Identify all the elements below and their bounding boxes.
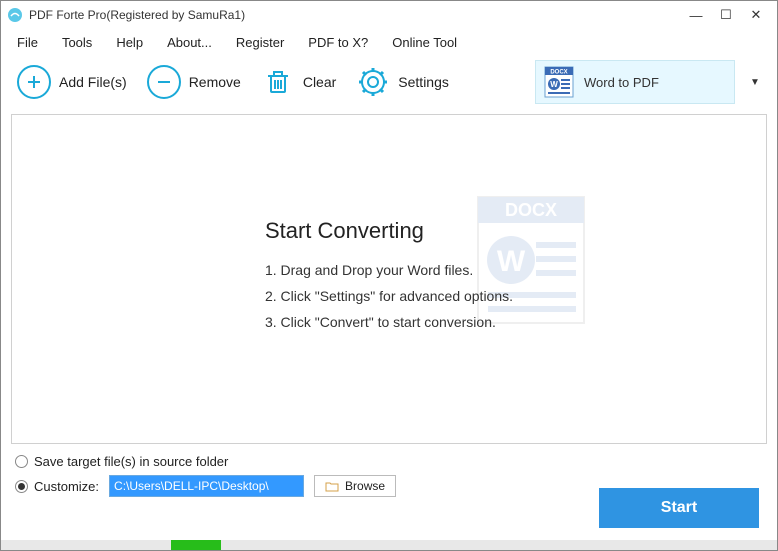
output-path-input[interactable]	[109, 475, 304, 497]
settings-label: Settings	[398, 74, 449, 90]
menu-file[interactable]: File	[17, 35, 38, 50]
save-source-row[interactable]: Save target file(s) in source folder	[15, 454, 763, 469]
progress-fill	[171, 540, 221, 550]
app-icon	[7, 7, 23, 23]
minimize-button[interactable]: —	[681, 5, 711, 25]
menu-about[interactable]: About...	[167, 35, 212, 50]
minus-icon	[147, 65, 181, 99]
menu-online-tool[interactable]: Online Tool	[392, 35, 457, 50]
menu-help[interactable]: Help	[116, 35, 143, 50]
window-title: PDF Forte Pro(Registered by SamuRa1)	[29, 8, 245, 22]
customize-label: Customize:	[34, 479, 99, 494]
clear-label: Clear	[303, 74, 336, 90]
plus-icon	[17, 65, 51, 99]
radio-customize[interactable]	[15, 480, 28, 493]
save-source-label: Save target file(s) in source folder	[34, 454, 228, 469]
add-files-label: Add File(s)	[59, 74, 127, 90]
mode-dropdown-caret[interactable]: ▼	[743, 60, 767, 104]
browse-button[interactable]: Browse	[314, 475, 396, 497]
browse-label: Browse	[345, 479, 385, 493]
docx-icon: DOCX W	[544, 66, 574, 98]
instruction-step-1: 1. Drag and Drop your Word files.	[265, 262, 513, 278]
toolbar: Add File(s) Remove Clear Settings DOCX W …	[1, 60, 777, 114]
radio-save-source[interactable]	[15, 455, 28, 468]
mode-select[interactable]: DOCX W Word to PDF	[535, 60, 735, 104]
menubar: File Tools Help About... Register PDF to…	[1, 29, 777, 60]
remove-button[interactable]: Remove	[141, 63, 247, 101]
menu-pdf-to-x[interactable]: PDF to X?	[308, 35, 368, 50]
mode-label: Word to PDF	[584, 75, 659, 90]
svg-text:W: W	[550, 80, 558, 89]
instructions-heading: Start Converting	[265, 218, 513, 244]
folder-icon	[325, 481, 339, 492]
start-button[interactable]: Start	[599, 488, 759, 528]
maximize-button[interactable]: ☐	[711, 5, 741, 25]
instructions: Start Converting 1. Drag and Drop your W…	[265, 218, 513, 340]
close-button[interactable]: ✕	[741, 5, 771, 25]
trash-icon	[261, 65, 295, 99]
settings-button[interactable]: Settings	[350, 63, 455, 101]
main-panel[interactable]: DOCXW Start Converting 1. Drag and Drop …	[11, 114, 767, 444]
add-files-button[interactable]: Add File(s)	[11, 63, 133, 101]
remove-label: Remove	[189, 74, 241, 90]
titlebar: PDF Forte Pro(Registered by SamuRa1) — ☐…	[1, 1, 777, 29]
clear-button[interactable]: Clear	[255, 63, 342, 101]
instruction-step-2: 2. Click "Settings" for advanced options…	[265, 288, 513, 304]
menu-register[interactable]: Register	[236, 35, 284, 50]
instruction-step-3: 3. Click "Convert" to start conversion.	[265, 314, 513, 330]
gear-icon	[356, 65, 390, 99]
customize-row[interactable]: Customize:	[15, 479, 99, 494]
svg-text:DOCX: DOCX	[550, 70, 567, 76]
progress-bar	[1, 540, 777, 550]
svg-text:DOCX: DOCX	[505, 200, 557, 220]
menu-tools[interactable]: Tools	[62, 35, 92, 50]
